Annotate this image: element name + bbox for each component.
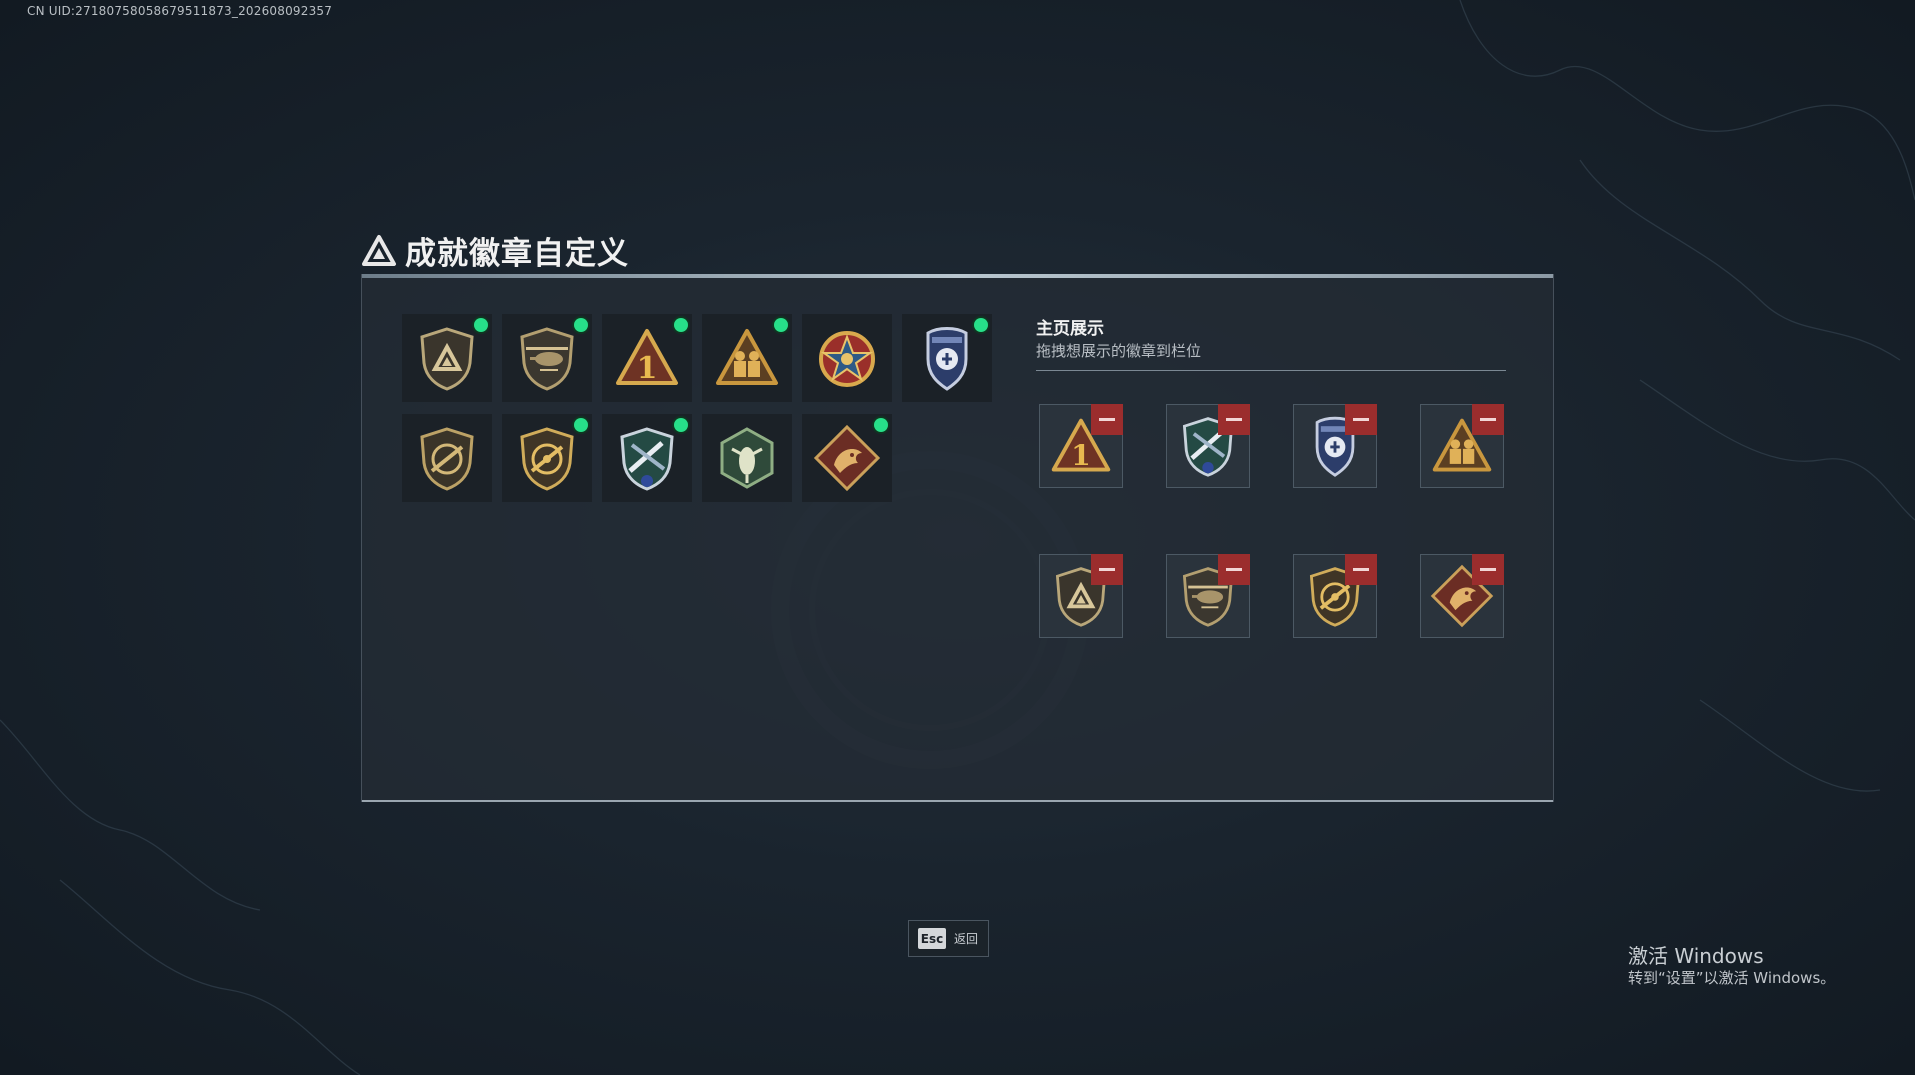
showcase-subtitle: 拖拽想展示的徽章到栏位 <box>1036 342 1202 360</box>
badge-collection-item[interactable] <box>802 414 892 502</box>
showcase-slot[interactable] <box>1166 404 1250 488</box>
remove-badge-button[interactable] <box>1345 554 1377 585</box>
windows-activation-title: 激活 Windows <box>1628 944 1764 968</box>
remove-badge-button[interactable] <box>1472 554 1504 585</box>
svg-text:1: 1 <box>1071 438 1091 472</box>
new-indicator-dot <box>874 418 888 432</box>
new-indicator-dot <box>974 318 988 332</box>
badge-collection-item[interactable] <box>502 414 592 502</box>
new-indicator-dot <box>674 418 688 432</box>
showcase-slot[interactable] <box>1039 554 1123 638</box>
new-indicator-dot <box>674 318 688 332</box>
back-label: 返回 <box>954 932 979 946</box>
badge-collection-item[interactable] <box>902 314 992 402</box>
showcase-divider <box>1036 370 1506 371</box>
remove-badge-button[interactable] <box>1218 554 1250 585</box>
new-indicator-dot <box>574 318 588 332</box>
new-indicator-dot <box>774 318 788 332</box>
minus-icon <box>1226 418 1242 421</box>
panel-top-accent <box>362 274 1553 278</box>
rockets-shield-badge-icon <box>620 427 674 491</box>
title-text: 成就徽章自定义 <box>405 236 629 272</box>
rifle-shield-badge-icon <box>420 427 474 491</box>
badge-collection-item[interactable] <box>602 414 692 502</box>
showcase-slot[interactable] <box>1293 404 1377 488</box>
remove-badge-button[interactable] <box>1472 404 1504 435</box>
showcase-slot[interactable]: 1 <box>1039 404 1123 488</box>
esc-key-icon: Esc <box>918 928 946 949</box>
dragon-diamond-badge-icon <box>813 424 881 492</box>
badge-collection-item[interactable] <box>802 314 892 402</box>
svg-text:1: 1 <box>637 351 658 386</box>
minus-icon <box>1480 418 1496 421</box>
remove-badge-button[interactable] <box>1218 404 1250 435</box>
panel-bottom-line <box>362 800 1553 802</box>
minus-icon <box>1353 568 1369 571</box>
page-title: 成就徽章自定义 <box>361 228 629 273</box>
badge-collection-item[interactable] <box>502 314 592 402</box>
badge-collection-item[interactable] <box>402 314 492 402</box>
showcase-slot[interactable] <box>1293 554 1377 638</box>
showcase-slot[interactable] <box>1166 554 1250 638</box>
badge-collection-item[interactable] <box>402 414 492 502</box>
new-indicator-dot <box>474 318 488 332</box>
remove-badge-button[interactable] <box>1091 404 1123 435</box>
soldiers-triangle-badge-icon <box>716 329 778 385</box>
uid-label: CN UID:271807580586795118​73_20260809235… <box>27 4 333 18</box>
star-medal-badge-icon <box>819 331 875 387</box>
police-shield-badge-icon <box>926 327 968 391</box>
minus-icon <box>1353 418 1369 421</box>
remove-badge-button[interactable] <box>1345 404 1377 435</box>
minus-icon <box>1226 568 1242 571</box>
remove-badge-button[interactable] <box>1091 554 1123 585</box>
badge-customization-panel: 1 主页展示 拖拽想展示的徽章到栏位 1 <box>361 274 1554 802</box>
back-button[interactable]: Esc 返回 <box>908 920 989 957</box>
shield-triangle-badge-icon <box>420 327 474 391</box>
showcase-slot[interactable] <box>1420 404 1504 488</box>
badge-collection-item[interactable]: 1 <box>602 314 692 402</box>
badge-collection-item[interactable] <box>702 314 792 402</box>
minus-icon <box>1480 568 1496 571</box>
minus-icon <box>1099 418 1115 421</box>
hornet-hexagon-badge-icon <box>720 427 774 489</box>
new-indicator-dot <box>574 418 588 432</box>
badge-collection-item[interactable] <box>702 414 792 502</box>
showcase-title: 主页展示 <box>1036 319 1104 339</box>
windows-activation-subtitle: 转到“设置”以激活 Windows。 <box>1628 969 1836 987</box>
triangle-logo-icon <box>362 234 396 266</box>
rifle-shield-gold-badge-icon <box>520 427 574 491</box>
helicopter-badge-icon <box>520 327 574 391</box>
number-one-badge-icon: 1 <box>616 329 678 386</box>
minus-icon <box>1099 568 1115 571</box>
showcase-slot[interactable] <box>1420 554 1504 638</box>
